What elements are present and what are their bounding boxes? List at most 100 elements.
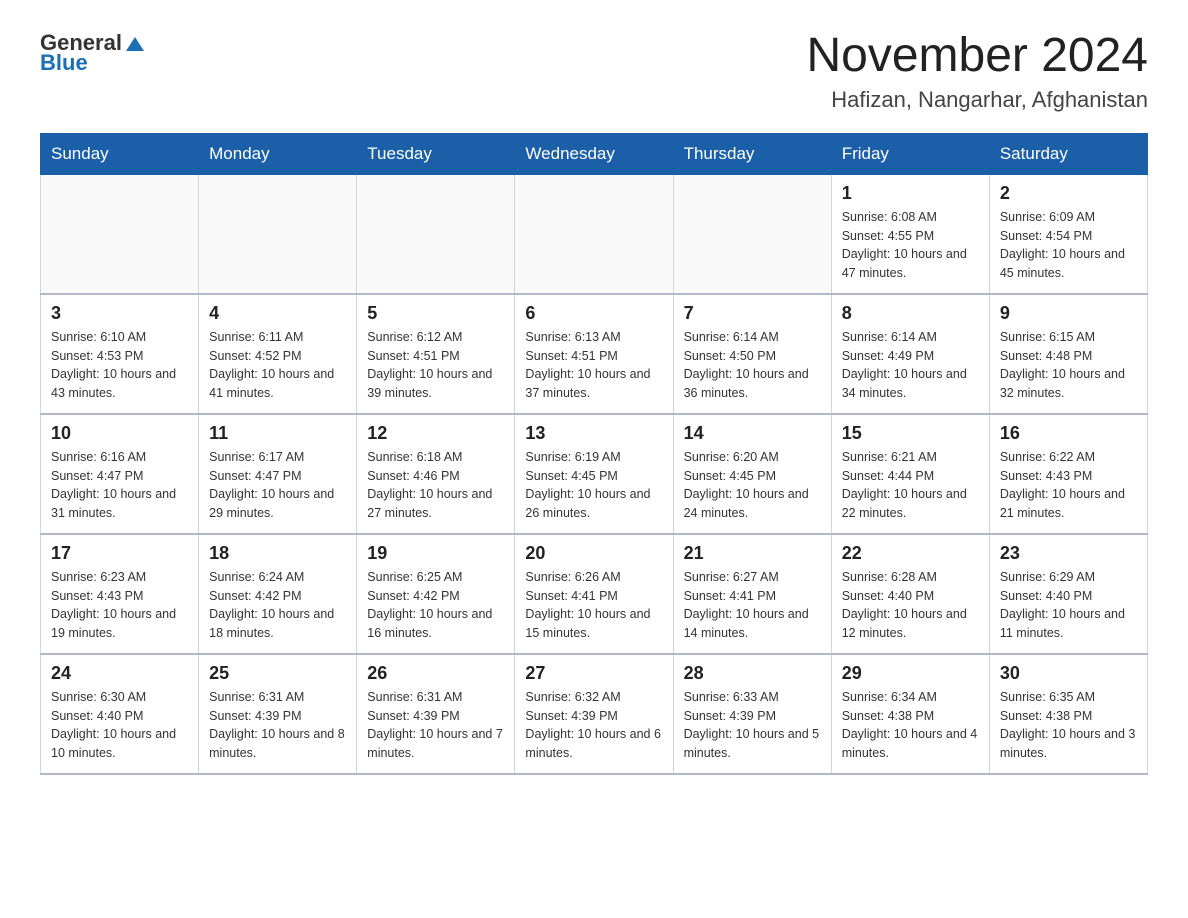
- day-number: 8: [842, 303, 979, 324]
- calendar-cell: 28 Sunrise: 6:33 AMSunset: 4:39 PMDayligh…: [673, 654, 831, 774]
- day-number: 5: [367, 303, 504, 324]
- calendar-cell: [673, 174, 831, 294]
- day-number: 4: [209, 303, 346, 324]
- calendar-cell: 15 Sunrise: 6:21 AMSunset: 4:44 PMDayligh…: [831, 414, 989, 534]
- calendar-cell: 26Sunrise: 6:31 AMSunset: 4:39 PMDayligh…: [357, 654, 515, 774]
- day-info: Sunrise: 6:09 AMSunset: 4:54 PMDaylight:…: [1000, 208, 1137, 283]
- day-info: Sunrise: 6:34 AMSunset: 4:38 PMDaylight:…: [842, 688, 979, 763]
- day-number: 14: [684, 423, 821, 444]
- day-number: 23: [1000, 543, 1137, 564]
- calendar-cell: [515, 174, 673, 294]
- calendar-cell: 14 Sunrise: 6:20 AMSunset: 4:45 PMDayligh…: [673, 414, 831, 534]
- day-info: Sunrise: 6:31 AMSunset: 4:39 PMDaylight:…: [209, 688, 346, 763]
- day-info: Sunrise: 6:20 AMSunset: 4:45 PMDaylight:…: [684, 448, 821, 523]
- day-number: 6: [525, 303, 662, 324]
- day-info: Sunrise: 6:12 AMSunset: 4:51 PMDaylight:…: [367, 328, 504, 403]
- calendar-cell: 9Sunrise: 6:15 AMSunset: 4:48 PMDaylight…: [989, 294, 1147, 414]
- calendar-week-row: 1 Sunrise: 6:08 AMSunset: 4:55 PMDaylight…: [41, 174, 1148, 294]
- weekday-header-saturday: Saturday: [989, 133, 1147, 174]
- day-number: 27: [525, 663, 662, 684]
- weekday-header-sunday: Sunday: [41, 133, 199, 174]
- calendar-cell: 13Sunrise: 6:19 AMSunset: 4:45 PMDayligh…: [515, 414, 673, 534]
- day-info: Sunrise: 6:17 AMSunset: 4:47 PMDaylight:…: [209, 448, 346, 523]
- calendar-week-row: 17 Sunrise: 6:23 AMSunset: 4:43 PMDayligh…: [41, 534, 1148, 654]
- day-number: 3: [51, 303, 188, 324]
- calendar-cell: 11 Sunrise: 6:17 AMSunset: 4:47 PMDayligh…: [199, 414, 357, 534]
- day-info: Sunrise: 6:23 AMSunset: 4:43 PMDaylight:…: [51, 568, 188, 643]
- day-number: 10: [51, 423, 188, 444]
- day-number: 24: [51, 663, 188, 684]
- calendar-cell: 23 Sunrise: 6:29 AMSunset: 4:40 PMDayligh…: [989, 534, 1147, 654]
- day-number: 17: [51, 543, 188, 564]
- day-number: 29: [842, 663, 979, 684]
- day-info: Sunrise: 6:29 AMSunset: 4:40 PMDaylight:…: [1000, 568, 1137, 643]
- calendar-cell: 18 Sunrise: 6:24 AMSunset: 4:42 PMDayligh…: [199, 534, 357, 654]
- calendar-cell: 5 Sunrise: 6:12 AMSunset: 4:51 PMDaylight…: [357, 294, 515, 414]
- calendar-week-row: 24Sunrise: 6:30 AMSunset: 4:40 PMDayligh…: [41, 654, 1148, 774]
- day-info: Sunrise: 6:13 AMSunset: 4:51 PMDaylight:…: [525, 328, 662, 403]
- day-info: Sunrise: 6:18 AMSunset: 4:46 PMDaylight:…: [367, 448, 504, 523]
- weekday-header-wednesday: Wednesday: [515, 133, 673, 174]
- logo-triangle-icon: [124, 33, 146, 55]
- calendar-cell: 1 Sunrise: 6:08 AMSunset: 4:55 PMDaylight…: [831, 174, 989, 294]
- calendar-table: SundayMondayTuesdayWednesdayThursdayFrid…: [40, 133, 1148, 775]
- calendar-cell: 30 Sunrise: 6:35 AMSunset: 4:38 PMDayligh…: [989, 654, 1147, 774]
- day-number: 22: [842, 543, 979, 564]
- weekday-header-tuesday: Tuesday: [357, 133, 515, 174]
- day-number: 1: [842, 183, 979, 204]
- calendar-week-row: 3Sunrise: 6:10 AMSunset: 4:53 PMDaylight…: [41, 294, 1148, 414]
- logo-blue-text: Blue: [40, 50, 88, 76]
- day-number: 16: [1000, 423, 1137, 444]
- calendar-title: November 2024: [806, 30, 1148, 83]
- day-info: Sunrise: 6:33 AMSunset: 4:39 PMDaylight:…: [684, 688, 821, 763]
- calendar-cell: 3Sunrise: 6:10 AMSunset: 4:53 PMDaylight…: [41, 294, 199, 414]
- weekday-header-thursday: Thursday: [673, 133, 831, 174]
- day-number: 18: [209, 543, 346, 564]
- calendar-cell: 6 Sunrise: 6:13 AMSunset: 4:51 PMDaylight…: [515, 294, 673, 414]
- calendar-cell: 21 Sunrise: 6:27 AMSunset: 4:41 PMDayligh…: [673, 534, 831, 654]
- day-number: 2: [1000, 183, 1137, 204]
- day-info: Sunrise: 6:22 AMSunset: 4:43 PMDaylight:…: [1000, 448, 1137, 523]
- logo: General Blue: [40, 30, 146, 76]
- calendar-cell: 22Sunrise: 6:28 AMSunset: 4:40 PMDayligh…: [831, 534, 989, 654]
- day-info: Sunrise: 6:24 AMSunset: 4:42 PMDaylight:…: [209, 568, 346, 643]
- day-info: Sunrise: 6:35 AMSunset: 4:38 PMDaylight:…: [1000, 688, 1137, 763]
- day-info: Sunrise: 6:32 AMSunset: 4:39 PMDaylight:…: [525, 688, 662, 763]
- calendar-cell: 4 Sunrise: 6:11 AMSunset: 4:52 PMDaylight…: [199, 294, 357, 414]
- day-number: 15: [842, 423, 979, 444]
- calendar-cell: [199, 174, 357, 294]
- calendar-cell: [41, 174, 199, 294]
- title-area: November 2024 Hafizan, Nangarhar, Afghan…: [806, 30, 1148, 113]
- day-number: 20: [525, 543, 662, 564]
- day-info: Sunrise: 6:27 AMSunset: 4:41 PMDaylight:…: [684, 568, 821, 643]
- calendar-subtitle: Hafizan, Nangarhar, Afghanistan: [806, 87, 1148, 113]
- day-number: 30: [1000, 663, 1137, 684]
- calendar-cell: 8 Sunrise: 6:14 AMSunset: 4:49 PMDaylight…: [831, 294, 989, 414]
- day-number: 11: [209, 423, 346, 444]
- day-info: Sunrise: 6:08 AMSunset: 4:55 PMDaylight:…: [842, 208, 979, 283]
- calendar-cell: 24Sunrise: 6:30 AMSunset: 4:40 PMDayligh…: [41, 654, 199, 774]
- day-info: Sunrise: 6:11 AMSunset: 4:52 PMDaylight:…: [209, 328, 346, 403]
- calendar-cell: 16 Sunrise: 6:22 AMSunset: 4:43 PMDayligh…: [989, 414, 1147, 534]
- day-info: Sunrise: 6:31 AMSunset: 4:39 PMDaylight:…: [367, 688, 504, 763]
- weekday-header-monday: Monday: [199, 133, 357, 174]
- day-number: 9: [1000, 303, 1137, 324]
- calendar-cell: 25Sunrise: 6:31 AMSunset: 4:39 PMDayligh…: [199, 654, 357, 774]
- calendar-week-row: 10Sunrise: 6:16 AMSunset: 4:47 PMDayligh…: [41, 414, 1148, 534]
- day-info: Sunrise: 6:21 AMSunset: 4:44 PMDaylight:…: [842, 448, 979, 523]
- calendar-cell: 19Sunrise: 6:25 AMSunset: 4:42 PMDayligh…: [357, 534, 515, 654]
- day-number: 13: [525, 423, 662, 444]
- day-info: Sunrise: 6:14 AMSunset: 4:50 PMDaylight:…: [684, 328, 821, 403]
- day-number: 12: [367, 423, 504, 444]
- calendar-cell: 20Sunrise: 6:26 AMSunset: 4:41 PMDayligh…: [515, 534, 673, 654]
- calendar-cell: 29 Sunrise: 6:34 AMSunset: 4:38 PMDayligh…: [831, 654, 989, 774]
- day-number: 21: [684, 543, 821, 564]
- calendar-header-row: SundayMondayTuesdayWednesdayThursdayFrid…: [41, 133, 1148, 174]
- calendar-cell: 2 Sunrise: 6:09 AMSunset: 4:54 PMDaylight…: [989, 174, 1147, 294]
- calendar-cell: 7Sunrise: 6:14 AMSunset: 4:50 PMDaylight…: [673, 294, 831, 414]
- day-info: Sunrise: 6:14 AMSunset: 4:49 PMDaylight:…: [842, 328, 979, 403]
- calendar-cell: 27 Sunrise: 6:32 AMSunset: 4:39 PMDayligh…: [515, 654, 673, 774]
- day-number: 28: [684, 663, 821, 684]
- calendar-cell: [357, 174, 515, 294]
- day-number: 19: [367, 543, 504, 564]
